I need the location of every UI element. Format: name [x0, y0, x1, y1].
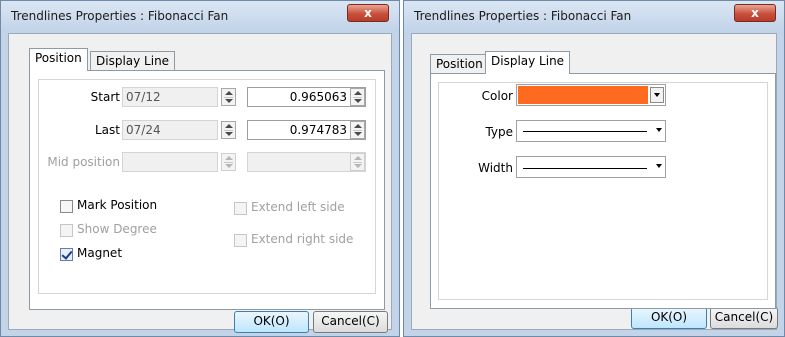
start-date-spinner[interactable]	[221, 88, 236, 106]
ok-button[interactable]: OK(O)	[234, 311, 309, 333]
mark-position-checkbox[interactable]	[60, 200, 73, 213]
ok-button[interactable]: OK(O)	[631, 307, 707, 329]
magnet-checkbox[interactable]	[60, 248, 73, 261]
chevron-down-icon	[654, 93, 660, 97]
cancel-button[interactable]: Cancel(C)	[710, 307, 778, 329]
tab-display-line[interactable]: Display Line	[90, 51, 176, 71]
mid-value-field	[247, 152, 366, 172]
type-label: Type	[485, 125, 513, 139]
tab-panel-display-line: Color Type Width	[430, 73, 776, 309]
line-type-sample	[523, 131, 647, 132]
chevron-down-icon	[656, 164, 662, 168]
close-button[interactable]: x	[734, 4, 776, 22]
show-degree-checkbox	[60, 224, 73, 237]
line-width-select[interactable]	[516, 156, 666, 178]
mark-position-label: Mark Position	[77, 198, 158, 212]
mid-value-spinner	[350, 153, 365, 171]
show-degree-label: Show Degree	[77, 222, 157, 236]
extend-left-checkbox	[234, 202, 247, 215]
extend-right-label: Extend right side	[251, 232, 354, 246]
mid-position-label: Mid position	[47, 155, 120, 169]
cancel-button[interactable]: Cancel(C)	[313, 311, 388, 333]
extend-right-checkbox	[234, 234, 247, 247]
line-width-sample	[523, 168, 647, 169]
color-dropdown-button[interactable]	[650, 87, 664, 103]
display-line-groupbox	[438, 82, 768, 300]
title-bar[interactable]: Trendlines Properties : Fibonacci Fan x	[404, 1, 784, 31]
trendlines-dialog-position: Trendlines Properties : Fibonacci Fan x …	[0, 0, 400, 337]
line-type-select[interactable]	[516, 120, 666, 142]
window-title: Trendlines Properties : Fibonacci Fan	[11, 9, 229, 23]
tab-position[interactable]: Position	[430, 54, 489, 74]
position-groupbox	[38, 79, 376, 294]
color-picker[interactable]	[516, 84, 666, 106]
trendlines-dialog-display-line: Trendlines Properties : Fibonacci Fan x …	[403, 0, 785, 337]
dialog-client-area: Position Display Line Start 07/12 0.9650…	[8, 33, 392, 333]
last-date-field[interactable]: 07/24	[122, 120, 218, 140]
window-title: Trendlines Properties : Fibonacci Fan	[414, 9, 632, 23]
color-swatch	[518, 86, 648, 104]
mid-date-field	[122, 152, 218, 172]
title-bar[interactable]: Trendlines Properties : Fibonacci Fan x	[1, 1, 399, 31]
width-label: Width	[478, 161, 513, 175]
start-label: Start	[90, 90, 120, 104]
last-value-field[interactable]: 0.974783	[247, 120, 366, 140]
close-button[interactable]: x	[347, 4, 389, 22]
tab-display-line[interactable]: Display Line	[485, 51, 571, 74]
mid-date-spinner	[221, 153, 236, 171]
last-label: Last	[95, 123, 120, 137]
dialog-client-area: Position Display Line Color Type Width O…	[411, 33, 778, 330]
last-value-spinner[interactable]	[350, 121, 365, 139]
color-label: Color	[481, 89, 513, 103]
start-value-spinner[interactable]	[350, 88, 365, 106]
tab-panel-position: Start 07/12 0.965063 Last 07/24 0.974783…	[29, 70, 385, 310]
chevron-down-icon	[656, 128, 662, 132]
tab-position[interactable]: Position	[29, 48, 88, 71]
extend-left-label: Extend left side	[251, 200, 345, 214]
start-value-field[interactable]: 0.965063	[247, 87, 366, 107]
start-date-field[interactable]: 07/12	[122, 87, 218, 107]
magnet-label: Magnet	[77, 246, 123, 260]
last-date-spinner[interactable]	[221, 121, 236, 139]
